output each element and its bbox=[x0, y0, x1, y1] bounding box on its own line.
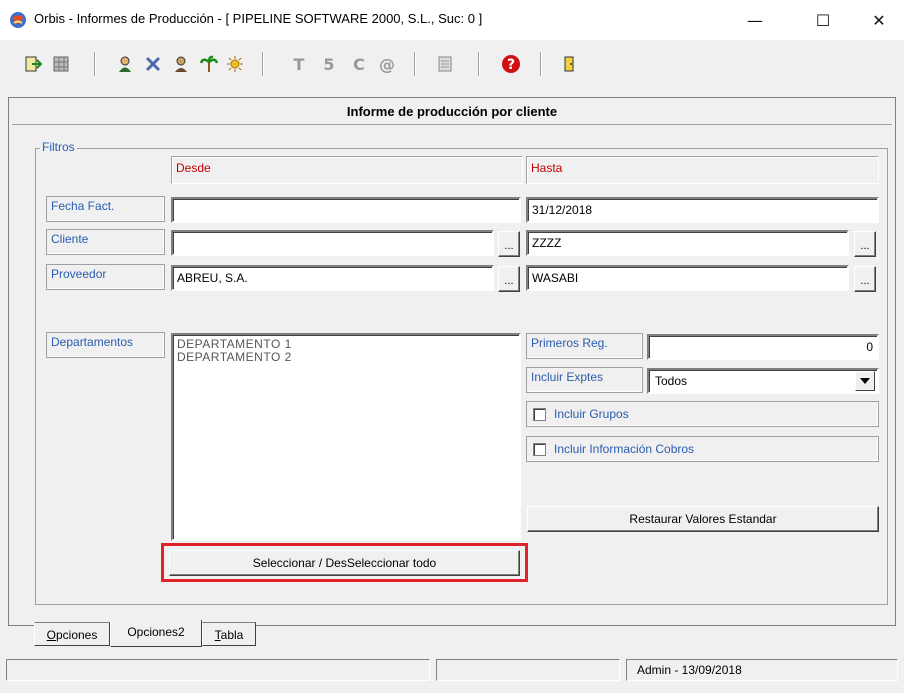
window-title: Orbis - Informes de Producción - [ PIPEL… bbox=[34, 11, 483, 26]
maximize-button[interactable]: ☐ bbox=[798, 0, 848, 40]
at-icon[interactable]: @ bbox=[376, 53, 398, 75]
proveedor-hasta-lookup-button[interactable]: ... bbox=[854, 266, 876, 292]
worker-icon[interactable] bbox=[170, 53, 192, 75]
incluir-exptes-value: Todos bbox=[655, 374, 688, 388]
departamentos-label: Departamentos bbox=[46, 332, 165, 358]
proveedor-label: Proveedor bbox=[46, 264, 165, 290]
tab-label: abla bbox=[220, 628, 244, 642]
filters-label: Filtros bbox=[40, 140, 77, 154]
tools-icon[interactable] bbox=[142, 53, 164, 75]
t-icon[interactable]: T bbox=[288, 53, 310, 75]
tab-opciones2[interactable]: Opciones2 bbox=[110, 620, 202, 647]
toolbar-separator bbox=[94, 52, 96, 76]
tab-opciones[interactable]: Opciones bbox=[34, 622, 110, 646]
restore-defaults-button[interactable]: Restaurar Valores Estandar bbox=[527, 506, 879, 532]
close-button[interactable]: ✕ bbox=[854, 0, 904, 40]
tab-accel: O bbox=[46, 628, 56, 642]
svg-text:?: ? bbox=[507, 57, 515, 73]
app-logo-icon bbox=[9, 11, 27, 29]
tab-label: pciones bbox=[55, 628, 98, 642]
proveedor-desde-input[interactable]: ABREU, S.A. bbox=[171, 265, 494, 291]
incluir-cobros-checkbox[interactable]: Incluir Información Cobros bbox=[526, 436, 879, 462]
sun-icon[interactable] bbox=[224, 53, 246, 75]
proveedor-desde-lookup-button[interactable]: ... bbox=[498, 266, 520, 292]
incluir-grupos-checkbox[interactable]: Incluir Grupos bbox=[526, 401, 879, 427]
help-icon[interactable]: ? bbox=[500, 53, 522, 75]
highlight-box bbox=[161, 543, 528, 582]
incluir-grupos-label: Incluir Grupos bbox=[554, 407, 629, 421]
primeros-reg-input[interactable]: 0 bbox=[647, 334, 879, 360]
cliente-hasta-lookup-button[interactable]: ... bbox=[854, 231, 876, 257]
minimize-button[interactable]: — bbox=[730, 0, 780, 40]
tab-tabla[interactable]: Tabla bbox=[202, 622, 256, 646]
status-panel-1 bbox=[6, 659, 430, 681]
door-icon[interactable] bbox=[558, 53, 580, 75]
status-panel-2 bbox=[436, 659, 620, 681]
desde-header: Desde bbox=[171, 156, 523, 184]
primeros-reg-label: Primeros Reg. bbox=[526, 333, 643, 359]
c-icon[interactable]: C bbox=[348, 53, 370, 75]
hasta-header: Hasta bbox=[526, 156, 879, 184]
grid-icon[interactable] bbox=[50, 53, 72, 75]
report-title: Informe de producción por cliente bbox=[12, 100, 892, 125]
dropdown-arrow-icon[interactable] bbox=[855, 371, 875, 391]
cliente-desde-input[interactable] bbox=[171, 230, 494, 256]
departamentos-list[interactable]: DEPARTAMENTO 1 DEPARTAMENTO 2 bbox=[171, 333, 521, 541]
fecha-fact-hasta-input[interactable]: 31/12/2018 bbox=[526, 197, 879, 223]
five-icon[interactable]: 5 bbox=[318, 53, 340, 75]
fecha-fact-desde-input[interactable] bbox=[171, 197, 521, 223]
incluir-exptes-label: Incluir Exptes bbox=[526, 367, 643, 393]
status-user-date: Admin - 13/09/2018 bbox=[626, 659, 898, 681]
incluir-cobros-label: Incluir Información Cobros bbox=[554, 442, 695, 456]
form-icon[interactable] bbox=[434, 53, 456, 75]
toolbar-separator bbox=[262, 52, 264, 76]
cliente-label: Cliente bbox=[46, 229, 165, 255]
fecha-fact-label: Fecha Fact. bbox=[46, 196, 165, 222]
list-item[interactable]: DEPARTAMENTO 2 bbox=[177, 351, 515, 364]
proveedor-hasta-input[interactable]: WASABI bbox=[526, 265, 849, 291]
checkbox-icon bbox=[533, 442, 546, 456]
maximize-icon: ☐ bbox=[815, 10, 831, 30]
exit-icon[interactable] bbox=[22, 53, 44, 75]
cliente-hasta-input[interactable]: ZZZZ bbox=[526, 230, 849, 256]
cliente-desde-lookup-button[interactable]: ... bbox=[498, 231, 520, 257]
toolbar-separator bbox=[540, 52, 542, 76]
toolbar-separator bbox=[414, 52, 416, 76]
toolbar-separator bbox=[478, 52, 480, 76]
tab-label: Opciones2 bbox=[127, 625, 185, 639]
user-icon[interactable] bbox=[114, 53, 136, 75]
checkbox-icon bbox=[533, 407, 546, 421]
incluir-exptes-select[interactable]: Todos bbox=[647, 368, 879, 394]
palm-icon[interactable] bbox=[198, 53, 220, 75]
minimize-icon: — bbox=[747, 10, 763, 30]
close-icon: ✕ bbox=[872, 10, 886, 30]
